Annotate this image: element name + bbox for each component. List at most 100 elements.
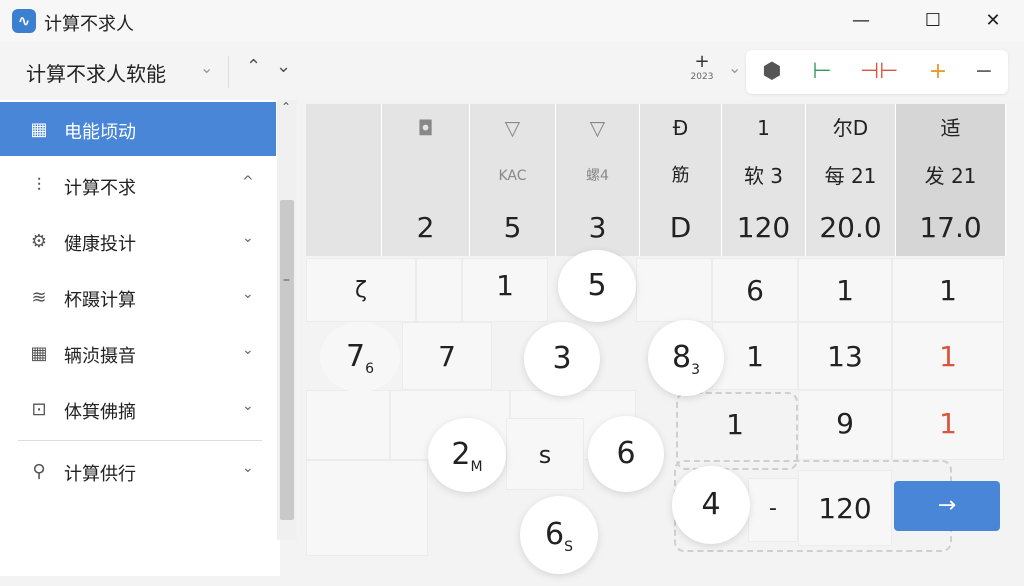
grid-cell-flagged[interactable]: 1 — [892, 322, 1004, 390]
scroll-up-icon[interactable]: ⌃ — [281, 100, 291, 114]
grid-cell[interactable]: 120 — [798, 470, 892, 546]
grid-cell[interactable] — [416, 258, 462, 322]
sidebar-item-electric[interactable]: ▦ 电能顷动 — [0, 102, 276, 156]
filter-icon: ▽ — [556, 104, 640, 152]
bubble-5[interactable]: 5 — [558, 250, 636, 322]
grid-cell[interactable]: 6 — [712, 258, 798, 322]
waves-icon: ≋ — [31, 287, 47, 308]
bars-icon: ⫶ — [36, 175, 42, 196]
sidebar-item-label: 计算供行 — [64, 464, 136, 485]
header-cell — [306, 200, 382, 256]
grid-cell[interactable]: 1 — [690, 392, 780, 458]
sidebar-item-calc[interactable]: ⫶ 计算不求 ^ — [0, 158, 276, 212]
header-value: 5 — [470, 200, 556, 256]
header-cell — [306, 152, 382, 200]
sidebar-item-health[interactable]: ⚙ 健康投计 ⌄ — [0, 214, 276, 268]
sidebar-item-cup[interactable]: ≋ 杯蹑计算 ⌄ — [0, 270, 276, 324]
plus-icon: + — [694, 51, 710, 72]
chevron-down-icon: ⌄ — [242, 460, 254, 476]
header-cell — [382, 152, 470, 200]
chevron-down-icon: ⌄ — [242, 342, 254, 358]
grid-cell[interactable]: 1 — [892, 258, 1004, 322]
plus-plus-icon[interactable]: ⊣⊢ — [860, 56, 898, 88]
grid-cell[interactable]: 13 — [798, 322, 892, 390]
close-button[interactable]: ✕ — [970, 4, 1016, 38]
header-cell: 螺4 — [556, 152, 640, 200]
header-cell: 软 3 — [722, 152, 806, 200]
sidebar-divider — [18, 440, 262, 441]
gear-icon: ⚙ — [30, 231, 48, 252]
header-value: 17.0 — [896, 200, 1006, 256]
title-bar: ∿ 计算不求人 — ☐ ✕ — [0, 0, 1024, 42]
app-window: ∿ 计算不求人 — ☐ ✕ 计算不求人软能 ⌄ ⌃ ⌄ + 2023 ⌄ ⬢ ⊢… — [0, 0, 1024, 576]
bubble-sub: S — [564, 539, 573, 555]
sidebar-item-label: 辆浈摄音 — [64, 346, 136, 367]
grid-cell[interactable]: s — [506, 418, 584, 490]
app-name-dropdown-icon[interactable]: ⌄ — [200, 58, 213, 77]
grid-cell[interactable]: 9 — [798, 390, 892, 460]
sidebar-item-body[interactable]: ⊡ 体箕佛摘 ⌄ — [0, 382, 276, 436]
chevron-down-icon[interactable]: ⌄ — [276, 56, 291, 77]
tiles-icon: ▦ — [30, 343, 48, 364]
keypad-icon[interactable]: ⬢ — [754, 56, 790, 88]
header-cell: 每 21 — [806, 152, 896, 200]
tool-dropdown-icon[interactable]: ⌄ — [728, 58, 741, 77]
go-button[interactable]: → — [894, 481, 1000, 531]
chevron-down-icon: ⌄ — [242, 230, 254, 246]
grid-cell[interactable] — [306, 460, 428, 556]
grid-cell[interactable]: ζ — [306, 258, 416, 322]
bubble-8[interactable]: 83 — [648, 320, 724, 396]
bubble-7[interactable]: 76 — [320, 322, 400, 392]
sidebar-item-supply[interactable]: ⚲ 计算供行 ⌄ — [0, 444, 276, 498]
sidebar-item-label: 杯蹑计算 — [64, 290, 136, 311]
sidebar-item-label: 电能顷动 — [64, 122, 136, 143]
chevron-down-icon: ⌄ — [242, 398, 254, 414]
minimize-button[interactable]: — — [838, 4, 884, 38]
grid-cell[interactable]: 1 — [712, 322, 798, 390]
add-year-tool-button[interactable]: + 2023 — [682, 52, 722, 92]
sidebar-item-vehicle[interactable]: ▦ 辆浈摄音 ⌄ — [0, 326, 276, 380]
grid-cell[interactable]: 7 — [402, 322, 492, 390]
bubble-sub: 3 — [691, 362, 700, 378]
tool-group: ⬢ ⊢ ⊣⊢ + − — [746, 50, 1008, 94]
filter-icon: ▽ — [470, 104, 556, 152]
sidebar-scrollbar[interactable]: ⌃ — [277, 100, 297, 540]
header-cell — [306, 104, 382, 152]
bubble-value: 7 — [345, 339, 366, 374]
scrollbar-thumb[interactable] — [280, 200, 294, 520]
grid-cell[interactable]: - — [748, 478, 798, 542]
app-name-label: 计算不求人软能 — [26, 62, 166, 86]
grid-cell-flagged[interactable]: 1 — [892, 390, 1004, 460]
bubble-value: 6 — [545, 517, 565, 552]
sidebar-item-label: 健康投计 — [64, 234, 136, 255]
grid-cell[interactable]: 1 — [798, 258, 892, 322]
window-title: 计算不求人 — [44, 14, 134, 35]
maximize-button[interactable]: ☐ — [910, 4, 956, 38]
tool-year-label: 2023 — [690, 72, 714, 82]
grid-cell[interactable] — [636, 258, 712, 322]
plus-icon[interactable]: + — [920, 56, 956, 88]
minus-icon[interactable]: − — [966, 56, 1002, 88]
bubble-value: 5 — [587, 268, 607, 303]
header-cell: 发 21 — [896, 152, 1006, 200]
collapse-icon[interactable]: – — [283, 272, 290, 288]
bubble-value: 8 — [671, 340, 692, 375]
toolbar: 计算不求人软能 ⌄ ⌃ ⌄ + 2023 ⌄ ⬢ ⊢ ⊣⊢ + − — [0, 42, 1024, 100]
bubble-6[interactable]: 6 — [588, 416, 664, 492]
header-cell: 适 — [896, 104, 1006, 152]
bubble-4[interactable]: 4 — [672, 466, 750, 544]
grid-cell[interactable]: 1 — [462, 258, 548, 322]
header-cell: 筋 — [640, 152, 722, 200]
camera-icon: ◘ — [382, 104, 470, 152]
card-icon: ⊡ — [31, 399, 47, 420]
bubble-value: 3 — [552, 341, 572, 376]
bracket-left-icon[interactable]: ⊢ — [804, 56, 840, 88]
header-value: 2 — [382, 200, 470, 256]
bubble-6s[interactable]: 6S — [520, 496, 598, 574]
grid-cell[interactable] — [306, 390, 390, 460]
chevron-up-icon[interactable]: ⌃ — [246, 56, 261, 77]
bubble-2[interactable]: 2M — [428, 418, 506, 492]
bubble-3[interactable]: 3 — [524, 322, 600, 396]
header-cell: Ð — [640, 104, 722, 152]
header-value: 20.0 — [806, 200, 896, 256]
